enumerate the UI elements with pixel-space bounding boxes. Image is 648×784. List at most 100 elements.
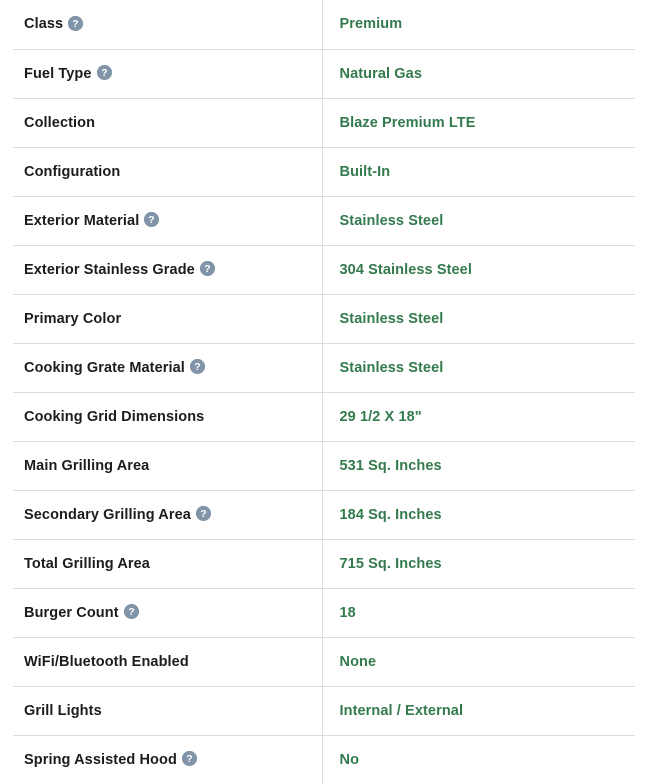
spec-value-text: 531 Sq. Inches — [340, 458, 442, 474]
spec-label-group: Burger Count? — [24, 605, 139, 621]
spec-label-group: Collection — [24, 115, 95, 131]
table-row: Fuel Type? Natural Gas — [0, 49, 648, 98]
table-row: Total Grilling Area 715 Sq. Inches — [0, 539, 648, 588]
spec-value-text: Stainless Steel — [340, 360, 444, 376]
spec-label-text: Class — [24, 16, 63, 32]
svg-text:?: ? — [101, 67, 108, 79]
spec-label-text: Configuration — [24, 164, 120, 180]
table-row: Secondary Grilling Area? 184 Sq. Inches — [0, 490, 648, 539]
question-mark-icon[interactable]: ? — [196, 506, 211, 521]
spec-label-text: Exterior Stainless Grade — [24, 262, 195, 278]
spec-label-cell: Collection — [0, 98, 322, 147]
spec-label-text: Total Grilling Area — [24, 556, 150, 572]
spec-value-text: Natural Gas — [340, 66, 423, 82]
spec-value-text: No — [340, 752, 360, 768]
spec-label-group: WiFi/Bluetooth Enabled — [24, 654, 189, 670]
spec-label-group: Spring Assisted Hood? — [24, 752, 197, 768]
spec-label-text: Grill Lights — [24, 703, 102, 719]
spec-value-cell: Premium — [322, 0, 648, 49]
spec-value-text: Built-In — [340, 164, 391, 180]
spec-label-group: Exterior Material? — [24, 213, 159, 229]
table-row: Cooking Grid Dimensions 29 1/2 X 18" — [0, 392, 648, 441]
svg-text:?: ? — [149, 214, 156, 226]
spec-label-group: Main Grilling Area — [24, 458, 149, 474]
spec-value-cell: 304 Stainless Steel — [322, 245, 648, 294]
spec-label-cell: Main Grilling Area — [0, 441, 322, 490]
spec-label-cell: Spring Assisted Hood? — [0, 735, 322, 784]
spec-label-text: Exterior Material — [24, 213, 139, 229]
table-row: Cooking Grate Material? Stainless Steel — [0, 343, 648, 392]
spec-label-group: Exterior Stainless Grade? — [24, 262, 215, 278]
svg-text:?: ? — [128, 606, 135, 618]
spec-label-text: Secondary Grilling Area — [24, 507, 191, 523]
spec-value-text: Stainless Steel — [340, 311, 444, 327]
spec-label-cell: Burger Count? — [0, 588, 322, 637]
spec-value-cell: Built-In — [322, 147, 648, 196]
spec-label-cell: Exterior Stainless Grade? — [0, 245, 322, 294]
spec-value-text: Stainless Steel — [340, 213, 444, 229]
spec-value-cell: 29 1/2 X 18" — [322, 392, 648, 441]
table-row: Spring Assisted Hood? No — [0, 735, 648, 784]
spec-value-text: Blaze Premium LTE — [340, 115, 476, 131]
spec-label-cell: Class? — [0, 0, 322, 49]
spec-value-cell: 715 Sq. Inches — [322, 539, 648, 588]
spec-value-cell: 531 Sq. Inches — [322, 441, 648, 490]
spec-label-cell: Total Grilling Area — [0, 539, 322, 588]
spec-value-cell: 184 Sq. Inches — [322, 490, 648, 539]
question-mark-icon[interactable]: ? — [124, 604, 139, 619]
spec-label-group: Fuel Type? — [24, 66, 112, 82]
spec-value-cell: Stainless Steel — [322, 294, 648, 343]
spec-value-cell: Blaze Premium LTE — [322, 98, 648, 147]
spec-value-text: 29 1/2 X 18" — [340, 409, 422, 425]
question-mark-icon[interactable]: ? — [97, 65, 112, 80]
table-row: Main Grilling Area 531 Sq. Inches — [0, 441, 648, 490]
table-row: Burger Count? 18 — [0, 588, 648, 637]
spec-value-text: None — [340, 654, 377, 670]
spec-value-text: Internal / External — [340, 703, 464, 719]
spec-label-cell: WiFi/Bluetooth Enabled — [0, 637, 322, 686]
svg-text:?: ? — [204, 263, 211, 275]
spec-label-text: Spring Assisted Hood — [24, 752, 177, 768]
spec-label-text: Cooking Grate Material — [24, 360, 185, 376]
spec-label-group: Grill Lights — [24, 703, 102, 719]
spec-label-text: Burger Count — [24, 605, 119, 621]
spec-label-group: Primary Color — [24, 311, 121, 327]
svg-text:?: ? — [194, 361, 201, 373]
table-row: Configuration Built-In — [0, 147, 648, 196]
table-row: Primary Color Stainless Steel — [0, 294, 648, 343]
svg-text:?: ? — [72, 18, 79, 30]
spec-value-cell: Internal / External — [322, 686, 648, 735]
spec-value-cell: Stainless Steel — [322, 196, 648, 245]
question-mark-icon[interactable]: ? — [182, 751, 197, 766]
spec-label-cell: Configuration — [0, 147, 322, 196]
table-row: Grill Lights Internal / External — [0, 686, 648, 735]
spec-label-text: Main Grilling Area — [24, 458, 149, 474]
spec-label-text: Collection — [24, 115, 95, 131]
spec-label-group: Configuration — [24, 164, 120, 180]
spec-label-cell: Fuel Type? — [0, 49, 322, 98]
spec-value-cell: 18 — [322, 588, 648, 637]
spec-value-text: 184 Sq. Inches — [340, 507, 442, 523]
spec-label-group: Secondary Grilling Area? — [24, 507, 211, 523]
spec-value-cell: Natural Gas — [322, 49, 648, 98]
spec-value-text: 18 — [340, 605, 356, 621]
question-mark-icon[interactable]: ? — [144, 212, 159, 227]
table-row: Class? Premium — [0, 0, 648, 49]
question-mark-icon[interactable]: ? — [68, 16, 83, 31]
spec-value-text: 715 Sq. Inches — [340, 556, 442, 572]
spec-label-text: Primary Color — [24, 311, 121, 327]
spec-label-group: Total Grilling Area — [24, 556, 150, 572]
spec-label-cell: Cooking Grid Dimensions — [0, 392, 322, 441]
question-mark-icon[interactable]: ? — [200, 261, 215, 276]
table-row: Collection Blaze Premium LTE — [0, 98, 648, 147]
specifications-table-body: Class? Premium Fuel Type? Natural Gas Collec… — [0, 0, 648, 784]
spec-value-cell: None — [322, 637, 648, 686]
spec-value-text: 304 Stainless Steel — [340, 262, 472, 278]
question-mark-icon[interactable]: ? — [190, 359, 205, 374]
spec-value-text: Premium — [340, 16, 403, 32]
spec-label-cell: Primary Color — [0, 294, 322, 343]
specifications-table: Class? Premium Fuel Type? Natural Gas Collec… — [0, 0, 648, 784]
spec-label-group: Class? — [24, 16, 83, 32]
spec-label-group: Cooking Grid Dimensions — [24, 409, 204, 425]
spec-label-text: WiFi/Bluetooth Enabled — [24, 654, 189, 670]
